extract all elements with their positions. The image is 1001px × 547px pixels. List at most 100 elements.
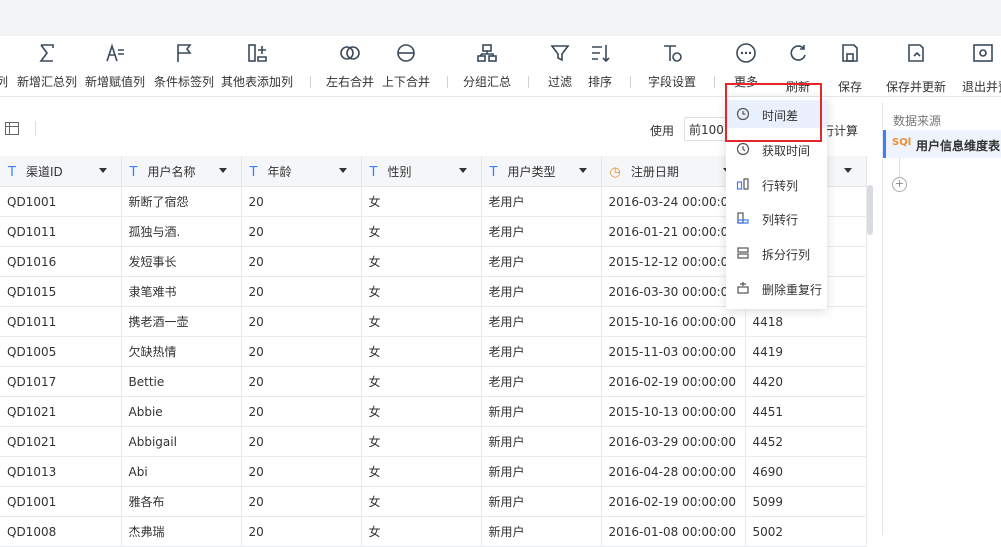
table-cell: QD1001 bbox=[0, 486, 122, 517]
table-cell: 女 bbox=[361, 396, 482, 427]
table-cell: 新断了宿怨 bbox=[121, 186, 242, 217]
column-header-gender[interactable]: T 性别 bbox=[361, 156, 482, 187]
menu-item-dedupe[interactable]: 删除重复行 bbox=[726, 274, 827, 302]
toolbar-separator bbox=[528, 76, 529, 88]
caret-down-icon[interactable] bbox=[218, 168, 227, 173]
table-cell: QD1016 bbox=[0, 246, 122, 277]
table-row[interactable]: QD1021 Abbigail 20 女新用户 2016-03-29 00:00:00 4… bbox=[0, 426, 867, 457]
merge-vertical-button[interactable]: 上下合并 bbox=[379, 36, 433, 96]
highlight-box bbox=[725, 83, 822, 142]
table-row[interactable]: QD1017 Bettie 20 女老用户 2016-02-19 00:00:00 442… bbox=[0, 366, 867, 397]
add-step-icon[interactable]: + bbox=[892, 177, 907, 192]
column-header-label: 年龄 bbox=[267, 164, 292, 179]
table-cell: 女 bbox=[361, 366, 482, 397]
menu-item-column-to-row[interactable]: 列转行 bbox=[726, 204, 827, 232]
table-cell: 2015-10-13 00:00:00 bbox=[601, 396, 746, 427]
toolbar-separator bbox=[447, 76, 448, 88]
table-cell: 5099 bbox=[745, 486, 867, 517]
toolbar-label: 上下合并 bbox=[381, 75, 430, 89]
table-cell: 20 bbox=[241, 336, 362, 367]
add-assign-column-button[interactable]: 新增赋值列 bbox=[84, 36, 146, 96]
toolbar-separator bbox=[714, 76, 715, 88]
sort-button[interactable]: 排序 bbox=[583, 36, 617, 96]
caret-down-icon[interactable] bbox=[98, 168, 107, 173]
table-cell: 5002 bbox=[745, 516, 867, 547]
table-cell: 女 bbox=[361, 306, 482, 337]
toolbar-label: 其他表添加列 bbox=[220, 75, 293, 89]
table-cell: Abbie bbox=[121, 396, 242, 427]
sigma-icon bbox=[39, 44, 54, 62]
table-cell: 2016-03-24 00:00:00 bbox=[601, 186, 746, 217]
add-summary-column-button[interactable]: 新增汇总列 bbox=[16, 36, 78, 96]
table-cell: 女 bbox=[361, 276, 482, 307]
menu-item-split[interactable]: 拆分行列 bbox=[726, 239, 827, 267]
table-row[interactable]: QD1001 雅各布 20 女新用户 2016-02-19 00:00:00 5099 bbox=[0, 486, 867, 517]
table-row[interactable]: QD1011 携老酒一壶 20 女老用户 2015-10-16 00:00:00 4418 bbox=[0, 306, 867, 337]
sort-icon bbox=[592, 45, 610, 63]
table-cell: 20 bbox=[241, 276, 362, 307]
table-cell: 2015-12-12 00:00:00 bbox=[601, 246, 746, 277]
save-button[interactable]: 保存 bbox=[833, 36, 867, 96]
table-cell: 孤独与酒. bbox=[121, 216, 242, 247]
table-row[interactable]: QD1008 杰弗瑞 20 女新用户 2016-01-08 00:00:00 5002 bbox=[0, 516, 867, 547]
flag-icon bbox=[177, 44, 192, 62]
caret-down-icon[interactable] bbox=[578, 168, 587, 173]
group-summary-button[interactable]: 分组汇总 bbox=[460, 36, 514, 96]
table-cell: 雅各布 bbox=[121, 486, 242, 517]
merge-horizontal-button[interactable]: 左右合并 bbox=[323, 36, 377, 96]
table-row[interactable]: QD1021 Abbie 20 女新用户 2015-10-13 00:00:00 4451 bbox=[0, 396, 867, 427]
table-cell: 女 bbox=[361, 426, 482, 457]
text-type-icon: T bbox=[129, 164, 138, 180]
panel-toggle-icon[interactable] bbox=[5, 122, 19, 135]
table-cell: 4419 bbox=[745, 336, 867, 367]
toolbar-label: 新增赋值列 bbox=[84, 75, 145, 89]
table-cell: 4690 bbox=[745, 456, 867, 487]
assign-column-icon bbox=[106, 43, 124, 62]
caret-down-icon[interactable] bbox=[338, 168, 347, 173]
merge-horizontal-icon bbox=[340, 46, 360, 60]
refresh-icon bbox=[790, 45, 806, 61]
save-and-update-button[interactable]: 保存并更新 bbox=[884, 36, 948, 96]
caret-down-icon[interactable] bbox=[843, 168, 852, 173]
table-row[interactable]: QD1013 Abi 20 女新用户 2016-04-28 00:00:00 4690 bbox=[0, 456, 867, 487]
exit-and-preview-button[interactable]: 退出并预 bbox=[958, 36, 1001, 96]
execute-calc-label[interactable]: 行计算 bbox=[822, 122, 858, 139]
filter-button[interactable]: 过滤 bbox=[543, 36, 577, 96]
column-header-channel-id[interactable]: T 渠道ID bbox=[0, 156, 122, 187]
column-header-user-type[interactable]: T 用户类型 bbox=[481, 156, 602, 187]
table-cell: QD1015 bbox=[0, 276, 122, 307]
menu-item-label: 获取时间 bbox=[762, 144, 811, 158]
data-source-item[interactable]: SQl 用户信息维度表 bbox=[883, 130, 1001, 158]
menu-item-label: 行转列 bbox=[762, 179, 799, 193]
toolbar-label: 退出并预 bbox=[962, 80, 1001, 94]
table-cell: 20 bbox=[241, 456, 362, 487]
column-header-label: 注册日期 bbox=[630, 164, 679, 179]
field-settings-icon bbox=[664, 45, 682, 62]
table-cell: 新用户 bbox=[481, 396, 602, 427]
table-cell: 老用户 bbox=[481, 336, 602, 367]
table-cell: 2015-11-03 00:00:00 bbox=[601, 336, 746, 367]
vertical-scrollbar[interactable] bbox=[867, 185, 873, 235]
panel-title: 数据来源 bbox=[893, 114, 942, 128]
add-column-from-other-table-button[interactable]: 其他表添加列 bbox=[220, 36, 294, 96]
field-settings-button[interactable]: 字段设置 bbox=[644, 36, 700, 96]
merge-vertical-icon bbox=[397, 44, 415, 62]
table-cell: 20 bbox=[241, 306, 362, 337]
toolbar-label: 保存 bbox=[837, 80, 862, 94]
condition-tag-column-button[interactable]: 条件标签列 bbox=[153, 36, 215, 96]
caret-down-icon[interactable] bbox=[458, 168, 467, 173]
column-header-register-date[interactable]: ◷ 注册日期 bbox=[601, 156, 746, 187]
column-header-user-name[interactable]: T 用户名称 bbox=[121, 156, 242, 187]
table-cell: 新用户 bbox=[481, 426, 602, 457]
toolbar-label: 条件标签列 bbox=[153, 75, 214, 89]
table-cell: 老用户 bbox=[481, 306, 602, 337]
toolbar-partial-item[interactable]: 列 bbox=[0, 36, 12, 96]
data-source-panel: 数据来源 SQl 用户信息维度表 + bbox=[882, 102, 1001, 535]
table-row[interactable]: QD1005 欠缺热情 20 女老用户 2015-11-03 00:00:00 4419 bbox=[0, 336, 867, 367]
table-cell: 2016-02-19 00:00:00 bbox=[601, 486, 746, 517]
column-header-age[interactable]: T 年龄 bbox=[241, 156, 362, 187]
table-cell: 女 bbox=[361, 186, 482, 217]
table-cell: 20 bbox=[241, 426, 362, 457]
menu-item-row-to-column[interactable]: 行转列 bbox=[726, 170, 827, 198]
save-icon bbox=[842, 44, 858, 62]
